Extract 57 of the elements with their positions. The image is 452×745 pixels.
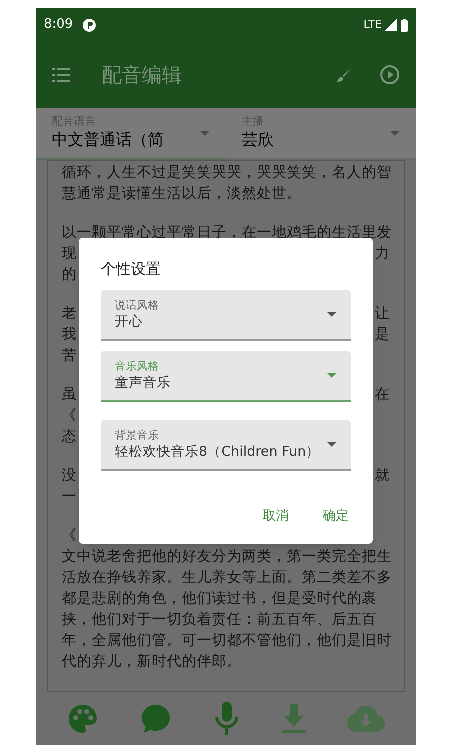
body-text: 态 — [62, 427, 77, 447]
body-text: 慧通常是读懂生活以后，淡然处世。 — [62, 184, 302, 204]
field-value: 开心 — [115, 312, 144, 332]
body-text: 在 — [375, 385, 390, 405]
body-text: 活放在挣钱养家。生儿养女等上面。第二类差不多 — [62, 568, 392, 588]
body-text: 代的弃儿，新时代的伴郎。 — [62, 652, 242, 672]
body-text: 一 — [62, 487, 77, 507]
dialog-title: 个性设置 — [101, 259, 162, 280]
dropdown-caret-icon — [327, 373, 337, 378]
field-value: 轻松欢快音乐8（Children Fun） — [115, 442, 322, 462]
download-icon[interactable] — [282, 704, 306, 734]
signal-icon — [385, 19, 397, 31]
microphone-icon[interactable] — [214, 702, 240, 736]
play-icon[interactable] — [380, 65, 400, 85]
body-text: 文中说老舍把他的好友分为两类，第一类完全把生 — [62, 547, 392, 567]
body-text: 是 — [375, 325, 390, 345]
field-label: 说话风格 — [115, 298, 160, 312]
dropdown-field[interactable]: 说话风格 开心 — [101, 290, 351, 341]
body-text: 现 — [62, 244, 77, 264]
body-text: 挟，他们对于一切负着责任：前五百年、后五百 — [62, 610, 377, 630]
body-text: 就 — [375, 466, 390, 486]
body-text: 《 — [62, 406, 77, 426]
dialog-button[interactable]: 确定 — [321, 502, 351, 530]
body-text: 都是悲剧的角色，他们读过书，但是受时代的裹 — [62, 589, 377, 609]
brush-icon[interactable] — [336, 66, 354, 84]
field-label: 音乐风格 — [115, 358, 160, 374]
body-text: 没 — [62, 466, 77, 486]
body-text: 让 — [375, 304, 390, 324]
battery-icon — [401, 18, 408, 32]
notification-icon — [83, 18, 96, 32]
body-text: 的 — [62, 265, 77, 285]
dialog-button[interactable]: 取消 — [261, 502, 291, 530]
body-text: 循环，人生不过是笑笑哭哭，哭哭笑笑，名人的智 — [62, 163, 392, 183]
selector-value: 中文普通话（简 — [52, 129, 165, 151]
dropdown-field[interactable]: 音乐风格 童声音乐 — [101, 351, 351, 402]
body-text: 《 — [62, 526, 77, 546]
status-time: 8:09 — [44, 16, 74, 34]
body-text: 老 — [62, 304, 77, 324]
body-text: 力 — [375, 244, 390, 264]
chat-icon[interactable] — [140, 702, 172, 734]
body-text: 苦 — [62, 346, 77, 366]
body-text: 我 — [62, 325, 77, 345]
menu-icon[interactable] — [52, 68, 70, 82]
field-label: 背景音乐 — [115, 428, 160, 442]
body-text: 年，全属他们管。可一切都不管他们，他们是旧时 — [62, 631, 392, 651]
selector-value: 芸欣 — [242, 129, 275, 151]
body-text: 虽 — [62, 385, 77, 405]
field-value: 童声音乐 — [115, 374, 172, 392]
dropdown-caret-icon — [327, 442, 337, 447]
app-title: 配音编辑 — [102, 62, 182, 89]
dropdown-field[interactable]: 背景音乐 轻松欢快音乐8（Children Fun） — [101, 420, 351, 471]
cloud-download-icon[interactable] — [347, 704, 386, 732]
dropdown-caret-icon — [390, 130, 400, 136]
network-type: LTE — [364, 16, 382, 33]
palette-icon[interactable] — [66, 702, 99, 734]
dropdown-caret-icon — [327, 312, 337, 317]
dropdown-caret-icon — [200, 130, 210, 136]
